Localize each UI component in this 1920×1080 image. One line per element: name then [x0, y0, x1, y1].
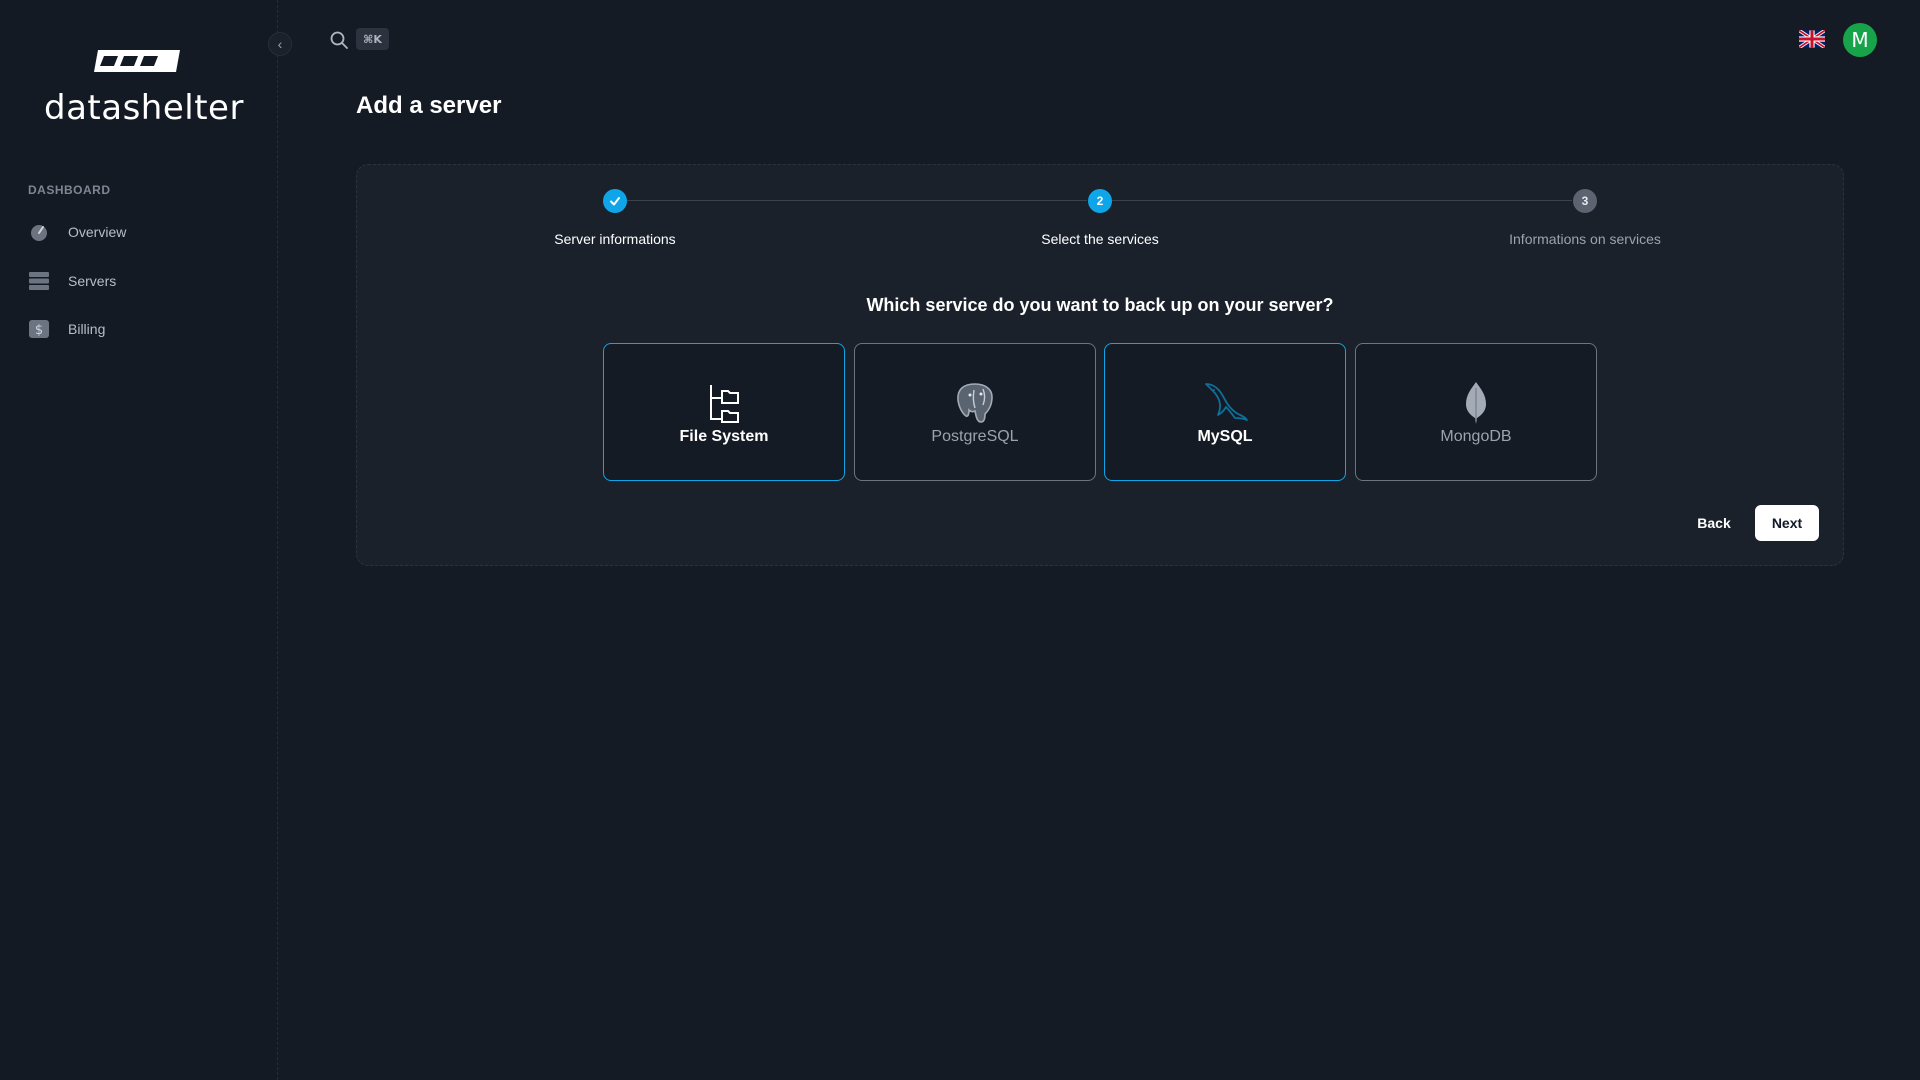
- back-button[interactable]: Back: [1684, 505, 1744, 541]
- sidebar-section-label: DASHBOARD: [28, 183, 111, 197]
- gauge-icon: [28, 222, 50, 242]
- step-1-completed-indicator: [603, 189, 627, 213]
- stepper-connector: [1112, 200, 1572, 201]
- service-label: MongoDB: [1440, 428, 1512, 445]
- logo-mark-icon: [94, 50, 180, 72]
- server-icon: [28, 271, 50, 291]
- service-label: MySQL: [1197, 428, 1253, 445]
- folder-tree-icon: [699, 378, 749, 428]
- sidebar-item-label: Billing: [68, 321, 106, 337]
- service-label: PostgreSQL: [931, 428, 1019, 445]
- next-button[interactable]: Next: [1755, 505, 1819, 541]
- service-option-mysql[interactable]: MySQL: [1104, 343, 1346, 481]
- sidebar: datashelter DASHBOARD Overview Servers $: [0, 0, 278, 1080]
- search-icon[interactable]: [329, 30, 349, 50]
- user-avatar[interactable]: M: [1843, 23, 1877, 57]
- service-option-mongodb[interactable]: MongoDB: [1355, 343, 1597, 481]
- svg-text:$: $: [35, 323, 43, 338]
- sidebar-item-billing[interactable]: $ Billing: [28, 315, 105, 343]
- sidebar-item-label: Servers: [68, 273, 117, 289]
- chevron-left-icon: ‹: [277, 36, 283, 52]
- step-3-label: Informations on services: [1509, 231, 1661, 247]
- brand-logo[interactable]: datashelter: [44, 44, 243, 128]
- uk-flag-icon[interactable]: [1799, 30, 1825, 48]
- page-title: Add a server: [356, 92, 502, 119]
- mongodb-icon: [1451, 378, 1501, 428]
- stepper-connector: [627, 200, 1087, 201]
- dollar-icon: $: [28, 319, 50, 339]
- postgresql-icon: [950, 378, 1000, 428]
- mysql-icon: [1200, 378, 1250, 428]
- sidebar-item-servers[interactable]: Servers: [28, 267, 116, 295]
- step-2-label: Select the services: [1041, 231, 1159, 247]
- service-label: File System: [679, 428, 769, 445]
- service-option-file-system[interactable]: File System: [603, 343, 845, 481]
- sidebar-item-label: Overview: [68, 224, 127, 240]
- step-2-indicator: 2: [1088, 189, 1112, 213]
- step-1-label: Server informations: [554, 231, 676, 247]
- search-shortcut-badge: ⌘K: [356, 28, 389, 50]
- sidebar-item-overview[interactable]: Overview: [28, 218, 126, 246]
- brand-name: datashelter: [44, 88, 244, 128]
- wizard-card: [356, 164, 1844, 566]
- services-question: Which service do you want to back up on …: [866, 295, 1334, 315]
- sidebar-collapse-button[interactable]: ‹: [268, 32, 292, 56]
- checkmark-icon: [610, 197, 620, 206]
- step-3-indicator: 3: [1573, 189, 1597, 213]
- service-option-postgresql[interactable]: PostgreSQL: [854, 343, 1096, 481]
